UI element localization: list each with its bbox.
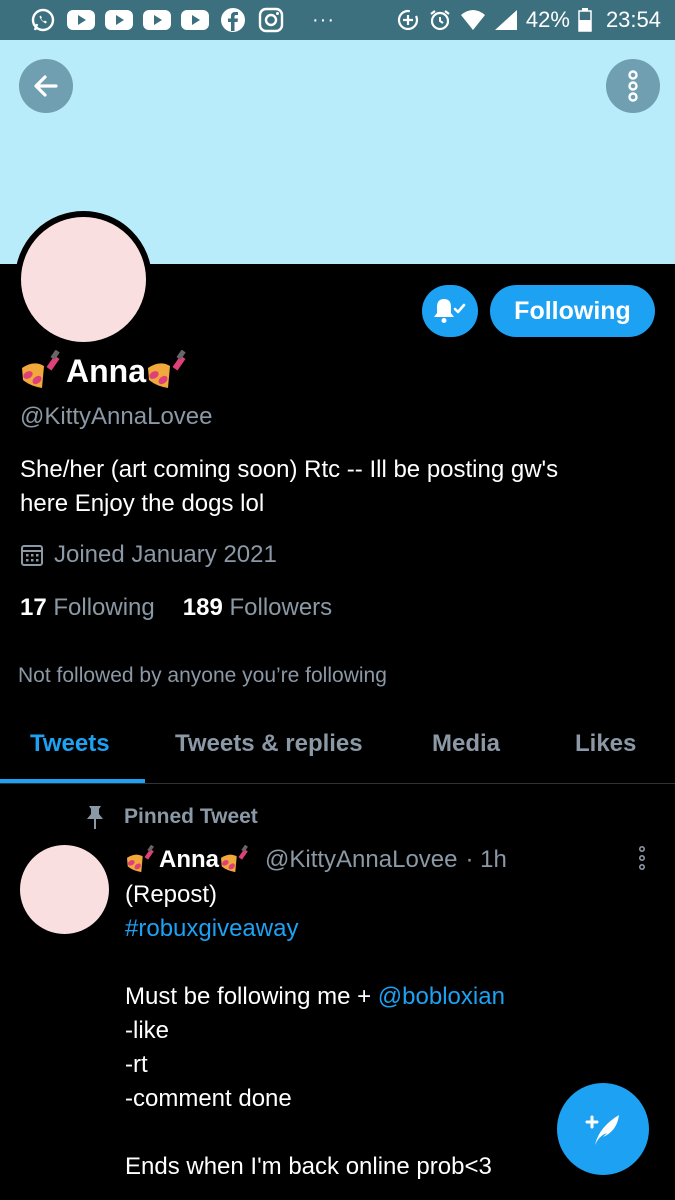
following-button[interactable]: Following bbox=[490, 285, 655, 337]
tweet-line: Must be following me + @bobloxian bbox=[125, 980, 645, 1014]
back-button[interactable] bbox=[19, 59, 73, 113]
followed-by-note: Not followed by anyone you’re following bbox=[18, 664, 387, 687]
tab-tweets[interactable]: Tweets bbox=[30, 730, 110, 758]
bell-check-icon bbox=[434, 299, 466, 323]
pin-icon bbox=[87, 806, 103, 829]
youtube-icon bbox=[142, 7, 172, 33]
tweet-more-button[interactable] bbox=[636, 845, 648, 870]
notifications-bell-button[interactable] bbox=[422, 285, 478, 337]
tab-tweets-replies[interactable]: Tweets & replies bbox=[175, 730, 363, 758]
battery-icon bbox=[578, 8, 592, 32]
clock: 23:54 bbox=[605, 7, 661, 32]
active-tab-indicator bbox=[0, 779, 145, 783]
calendar-icon bbox=[21, 545, 43, 566]
tweet-line: -like bbox=[125, 1017, 170, 1044]
followers-count: 189 bbox=[182, 594, 223, 621]
tweet-line: -rt bbox=[125, 1051, 148, 1078]
more-vertical-icon bbox=[628, 70, 638, 102]
tweet-line: (Repost) bbox=[125, 881, 218, 908]
following-count-link[interactable]: 17 Following bbox=[20, 594, 155, 622]
nail-polish-icon bbox=[127, 845, 154, 873]
alarm-icon bbox=[430, 10, 450, 31]
following-count: 17 bbox=[20, 594, 47, 621]
display-name: Anna bbox=[20, 350, 192, 392]
profile-avatar[interactable] bbox=[15, 211, 152, 348]
compose-feather-icon bbox=[585, 1115, 619, 1145]
arrow-left-icon bbox=[34, 75, 58, 97]
more-notifications-indicator: ··· bbox=[312, 9, 335, 31]
tab-media[interactable]: Media bbox=[432, 730, 500, 758]
joined-text: Joined January 2021 bbox=[54, 541, 277, 568]
tweet-author-avatar[interactable] bbox=[20, 845, 109, 934]
tweet-author-name-text: Anna bbox=[159, 846, 219, 873]
whatsapp-icon bbox=[28, 7, 58, 33]
youtube-icon bbox=[66, 7, 96, 33]
profile-tabs: Tweets Tweets & replies Media Likes bbox=[0, 710, 675, 784]
more-options-button[interactable] bbox=[606, 59, 660, 113]
youtube-icon bbox=[180, 7, 210, 33]
follow-stats: 17 Following 189 Followers bbox=[20, 594, 332, 622]
notification-icons: ··· bbox=[28, 7, 335, 33]
pinned-tweet-text: Pinned Tweet bbox=[124, 805, 258, 828]
tweet-author-handle[interactable]: @KittyAnnaLovee bbox=[265, 846, 457, 874]
mention-link[interactable]: @bobloxian bbox=[378, 983, 505, 1010]
compose-tweet-button[interactable] bbox=[557, 1083, 649, 1175]
hashtag-link[interactable]: #robuxgiveaway bbox=[125, 912, 645, 946]
nail-polish-icon bbox=[148, 350, 186, 388]
bio-line: She/her (art coming soon) Rtc -- Ill be … bbox=[20, 456, 559, 483]
profile-bio: She/her (art coming soon) Rtc -- Ill be … bbox=[20, 453, 650, 521]
profile-handle: @KittyAnnaLovee bbox=[20, 403, 213, 430]
following-label: Following bbox=[53, 594, 155, 621]
status-bar: ··· 42% 23:54 bbox=[0, 0, 675, 40]
battery-percent: 42% bbox=[525, 7, 570, 32]
followers-count-link[interactable]: 189 Followers bbox=[183, 594, 332, 622]
data-saver-icon bbox=[397, 9, 418, 31]
youtube-icon bbox=[104, 7, 134, 33]
signal-icon bbox=[494, 10, 517, 30]
followers-label: Followers bbox=[229, 594, 333, 621]
system-status: 42% 23:54 bbox=[396, 7, 661, 33]
instagram-icon bbox=[256, 7, 286, 33]
joined-date: Joined January 2021 bbox=[20, 541, 277, 569]
pinned-tweet-label: Pinned Tweet bbox=[84, 804, 258, 830]
tweet-header: Anna @KittyAnnaLovee · 1h bbox=[125, 845, 507, 875]
tab-likes[interactable]: Likes bbox=[575, 730, 636, 758]
wifi-icon bbox=[460, 10, 485, 30]
tweet-line-text: Must be following me + bbox=[125, 983, 378, 1010]
nail-polish-icon bbox=[221, 845, 248, 873]
facebook-icon bbox=[218, 7, 248, 33]
nail-polish-icon bbox=[22, 350, 60, 388]
more-vertical-icon bbox=[638, 845, 646, 870]
display-name-text: Anna bbox=[66, 352, 146, 389]
tweet-timestamp: · 1h bbox=[465, 846, 507, 873]
tweet-author-name[interactable]: Anna bbox=[125, 845, 253, 875]
bio-line: here Enjoy the dogs lol bbox=[20, 490, 265, 517]
